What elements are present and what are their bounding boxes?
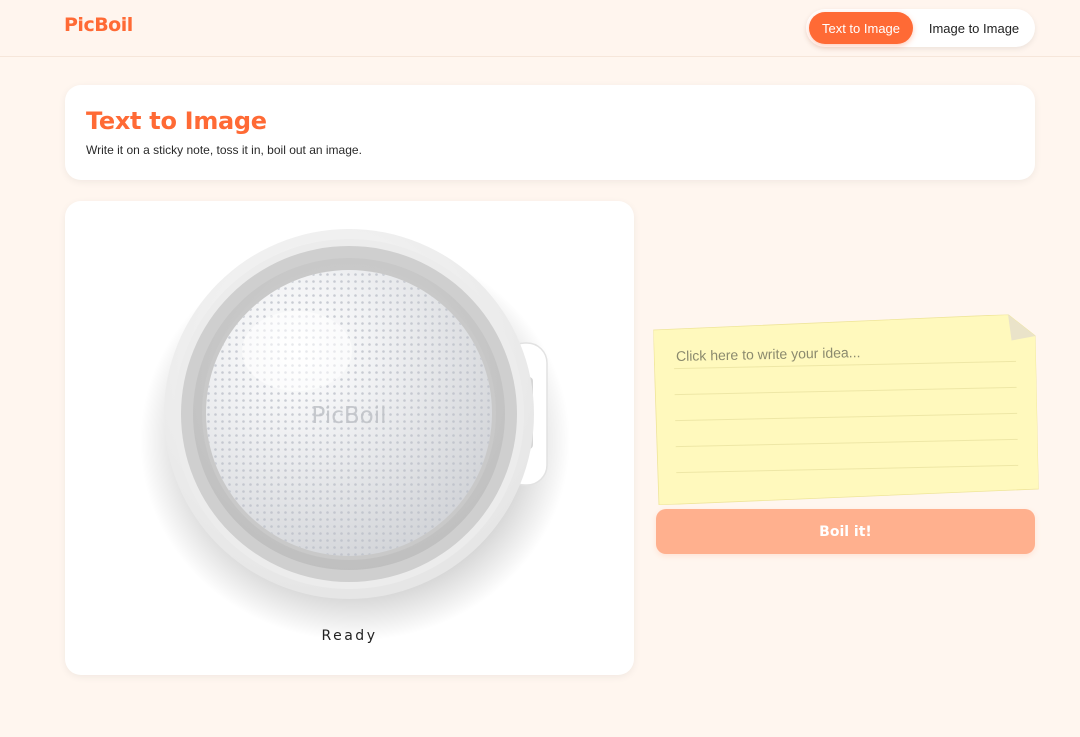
- app-logo[interactable]: PicBoil: [64, 14, 133, 36]
- page-title: Text to Image: [86, 107, 267, 135]
- pot-illustration: PicBoil: [140, 229, 570, 641]
- sticky-note-paper: [653, 314, 1039, 505]
- top-bar: PicBoil Text to Image Image to Image: [0, 0, 1080, 57]
- boil-button[interactable]: Boil it!: [656, 509, 1035, 554]
- pot-watermark: PicBoil: [311, 403, 386, 429]
- sticky-note[interactable]: Click here to write your idea...: [653, 314, 1039, 505]
- pot-status: Ready: [321, 628, 378, 644]
- pot-card: PicBoil Ready: [65, 201, 634, 675]
- header-card: Text to Image Write it on a sticky note,…: [65, 85, 1035, 180]
- mode-switch: Text to Image Image to Image: [806, 9, 1035, 47]
- pot-water-highlight: [242, 311, 352, 391]
- tab-text-to-image[interactable]: Text to Image: [809, 12, 913, 44]
- tab-image-to-image[interactable]: Image to Image: [920, 12, 1028, 44]
- page-subtitle: Write it on a sticky note, toss it in, b…: [86, 143, 362, 157]
